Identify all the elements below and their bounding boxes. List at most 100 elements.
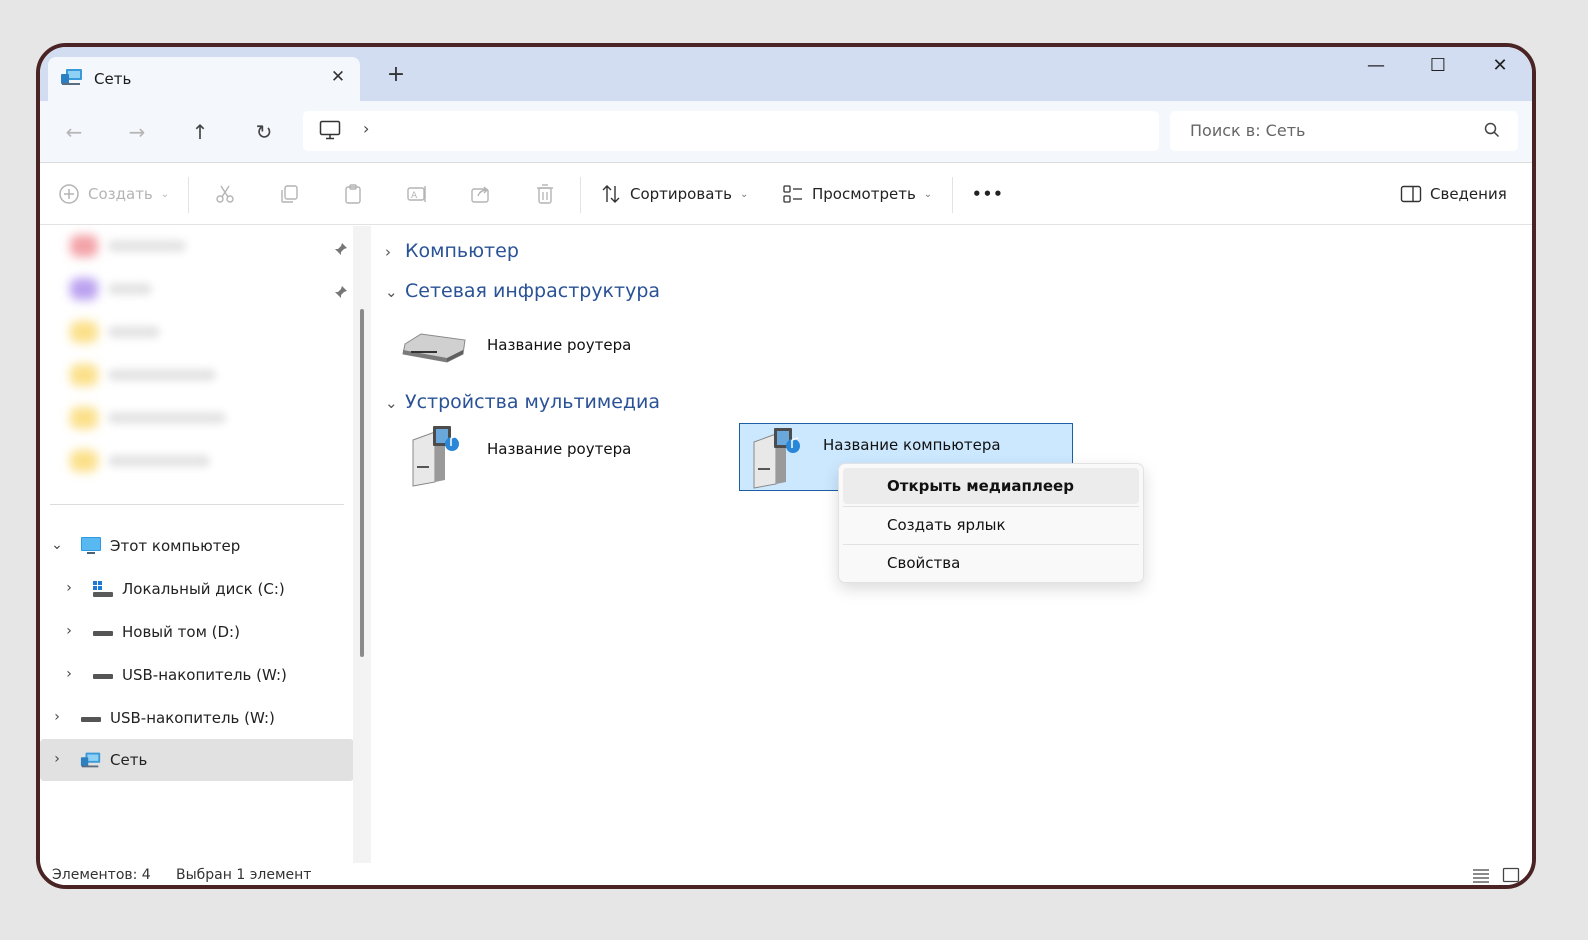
chevron-right-icon[interactable]: › [50, 751, 64, 767]
breadcrumb-chevron-icon[interactable]: › [363, 119, 369, 138]
network-icon [80, 752, 101, 768]
chevron-down-icon: ⌄ [739, 188, 749, 200]
chevron-down-icon[interactable]: ⌄ [50, 537, 64, 553]
rename-icon[interactable]: A [406, 183, 428, 205]
forward-button[interactable]: → [119, 115, 155, 149]
toolbar-separator [952, 177, 953, 213]
chevron-down-icon[interactable]: ⌄ [385, 394, 401, 412]
sidebar-item-drive-c[interactable]: › Локальный диск (C:) [40, 571, 354, 607]
file-item-label: Название компьютера [823, 436, 1001, 454]
details-label: Сведения [1430, 185, 1507, 203]
view-list-icon [783, 185, 802, 203]
group-label: Компьютер [405, 240, 519, 262]
delete-icon[interactable] [534, 183, 556, 205]
create-label: Создать [88, 185, 153, 203]
close-window-button[interactable]: ✕ [1478, 51, 1522, 81]
minimize-button[interactable]: — [1354, 51, 1398, 81]
sidebar-item-usb-w-root[interactable]: › USB-накопитель (W:) [40, 700, 354, 736]
toolbar-separator [580, 177, 581, 213]
sidebar-item-label: Локальный диск (C:) [122, 580, 285, 598]
router-icon [402, 333, 466, 363]
chevron-down-icon[interactable]: ⌄ [385, 283, 401, 301]
navigation-bar: ← → ↑ ↻ › Поиск в: Сеть [40, 101, 1532, 163]
paste-icon[interactable] [342, 183, 364, 205]
sidebar-item-label: Сеть [110, 751, 148, 769]
menu-item-create-shortcut[interactable]: Создать ярлык [843, 507, 1139, 543]
drive-icon [93, 631, 113, 636]
chevron-down-icon: ⌄ [160, 188, 170, 200]
menu-item-open-media-player[interactable]: Открыть медиаплеер [843, 468, 1139, 504]
file-item-media-router[interactable]: Название роутера [407, 424, 667, 490]
selection-count: Выбран 1 элемент [176, 867, 312, 883]
maximize-button[interactable]: ☐ [1416, 51, 1460, 81]
pin-icon[interactable] [334, 285, 348, 299]
sidebar-item-usb-w[interactable]: › USB-накопитель (W:) [40, 657, 354, 693]
monitor-icon [319, 120, 341, 140]
status-bar: Элементов: 4 Выбран 1 элемент [40, 863, 1532, 885]
media-device-icon [412, 426, 459, 487]
file-item-router[interactable]: Название роутера [401, 318, 661, 378]
tiles-view-icon[interactable] [1502, 867, 1520, 883]
tab-title: Сеть [94, 70, 132, 88]
address-bar[interactable]: › [303, 111, 1159, 151]
explorer-window: Сеть ✕ + — ☐ ✕ ← → ↑ ↻ › Поиск в: Сеть С… [36, 43, 1536, 889]
scrollbar-thumb[interactable] [360, 309, 364, 657]
sidebar-item-label: Новый том (D:) [122, 623, 240, 641]
chevron-right-icon[interactable]: › [385, 243, 401, 261]
group-header-multimedia-devices[interactable]: ⌄ Устройства мультимедиа [385, 391, 660, 413]
pin-icon[interactable] [334, 242, 348, 256]
sidebar-item-label: USB-накопитель (W:) [110, 709, 275, 727]
group-label: Сетевая инфраструктура [405, 280, 661, 302]
refresh-button[interactable]: ↻ [246, 115, 282, 149]
sidebar-item-network[interactable]: › Сеть [40, 739, 354, 781]
sort-icon [602, 185, 620, 203]
tab-network[interactable]: Сеть ✕ [48, 57, 360, 101]
search-input[interactable]: Поиск в: Сеть [1190, 121, 1305, 140]
item-count: Элементов: 4 [52, 867, 151, 883]
back-button[interactable]: ← [56, 115, 92, 149]
sidebar-item-label: USB-накопитель (W:) [122, 666, 287, 684]
sidebar-item-label: Этот компьютер [110, 537, 241, 555]
toolbar-separator [188, 177, 189, 213]
chevron-down-icon: ⌄ [923, 188, 933, 200]
search-box[interactable]: Поиск в: Сеть [1170, 111, 1518, 151]
sidebar-item-this-pc[interactable]: ⌄ Этот компьютер [40, 528, 354, 564]
chevron-right-icon[interactable]: › [62, 666, 76, 682]
media-device-icon [753, 428, 800, 489]
file-item-label: Название роутера [487, 440, 632, 458]
svg-text:A: A [411, 191, 418, 201]
command-bar: Создать ⌄ A Сортировать ⌄ Просмотреть ⌄ … [40, 163, 1532, 225]
details-pane-button[interactable]: Сведения [1400, 181, 1507, 207]
cut-icon[interactable] [214, 183, 236, 205]
chevron-right-icon[interactable]: › [50, 709, 64, 725]
group-header-computer[interactable]: › Компьютер [385, 240, 519, 262]
close-icon[interactable]: ✕ [326, 65, 350, 89]
sidebar-divider [50, 504, 344, 505]
view-label: Просмотреть [812, 185, 916, 203]
new-tab-button[interactable]: + [384, 63, 408, 87]
group-header-network-infrastructure[interactable]: ⌄ Сетевая инфраструктура [385, 280, 660, 302]
sidebar-item-drive-d[interactable]: › Новый том (D:) [40, 614, 354, 650]
chevron-right-icon[interactable]: › [62, 580, 76, 596]
share-icon[interactable] [470, 183, 492, 205]
windows-drive-icon [93, 581, 113, 597]
more-options-button[interactable]: ••• [972, 181, 1004, 207]
context-menu: Открыть медиаплеер Создать ярлык Свойств… [838, 463, 1144, 583]
chevron-right-icon[interactable]: › [62, 623, 76, 639]
plus-circle-icon [59, 184, 79, 204]
sort-button[interactable]: Сортировать ⌄ [600, 181, 748, 207]
up-button[interactable]: ↑ [182, 115, 218, 149]
monitor-icon [81, 537, 101, 554]
copy-icon[interactable] [278, 183, 300, 205]
create-button[interactable]: Создать ⌄ [58, 181, 169, 207]
view-button[interactable]: Просмотреть ⌄ [782, 181, 932, 207]
details-pane-icon [1400, 185, 1422, 203]
details-view-icon[interactable] [1472, 867, 1490, 883]
menu-item-properties[interactable]: Свойства [843, 545, 1139, 581]
network-icon [61, 69, 82, 85]
navigation-pane: ⌄ Этот компьютер › Локальный диск (C:) ›… [40, 226, 358, 863]
file-item-label: Название роутера [487, 336, 632, 354]
sort-label: Сортировать [630, 185, 732, 203]
group-label: Устройства мультимедиа [405, 391, 661, 413]
drive-icon [81, 717, 101, 722]
